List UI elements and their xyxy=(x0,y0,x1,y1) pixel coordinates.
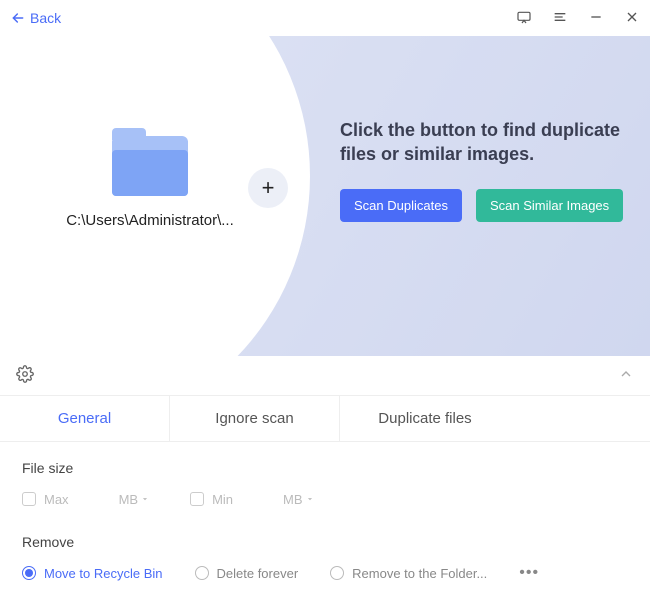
filesize-label: File size xyxy=(22,460,628,476)
gear-icon[interactable] xyxy=(16,365,34,386)
add-folder-button[interactable]: + xyxy=(248,168,288,208)
remove-label: Remove xyxy=(22,534,628,550)
plus-icon: + xyxy=(262,175,275,201)
max-checkbox[interactable] xyxy=(22,492,36,506)
collapse-icon[interactable] xyxy=(618,366,634,385)
back-label: Back xyxy=(30,10,61,26)
scan-duplicates-button[interactable]: Scan Duplicates xyxy=(340,189,462,222)
more-icon[interactable]: ••• xyxy=(519,564,539,582)
max-input[interactable] xyxy=(77,490,111,508)
min-unit-select[interactable]: MB xyxy=(283,492,315,507)
tab-general[interactable]: General xyxy=(0,396,170,441)
minimize-icon[interactable] xyxy=(588,9,604,28)
general-panel: File size Max MB Min MB Remove Move to R… xyxy=(0,442,650,600)
titlebar: Back xyxy=(0,0,650,36)
scan-similar-images-button[interactable]: Scan Similar Images xyxy=(476,189,623,222)
feedback-icon[interactable] xyxy=(516,9,532,28)
radio-icon xyxy=(22,566,36,580)
folder-icon xyxy=(112,136,188,196)
min-label: Min xyxy=(212,492,233,507)
chevron-down-icon xyxy=(305,494,315,504)
selected-folder[interactable]: C:\Users\Administrator\... xyxy=(50,136,250,229)
back-button[interactable]: Back xyxy=(10,10,61,26)
max-label: Max xyxy=(44,492,69,507)
settings-bar xyxy=(0,356,650,396)
filesize-max-group: Max MB xyxy=(22,490,150,508)
remove-recycle-option[interactable]: Move to Recycle Bin xyxy=(22,566,163,581)
max-unit-select[interactable]: MB xyxy=(119,492,151,507)
arrow-left-icon xyxy=(10,10,26,26)
tab-ignore-scan[interactable]: Ignore scan xyxy=(170,396,340,441)
close-icon[interactable] xyxy=(624,9,640,28)
menu-icon[interactable] xyxy=(552,9,568,28)
filesize-min-group: Min MB xyxy=(190,490,314,508)
chevron-down-icon xyxy=(140,494,150,504)
settings-tabs: General Ignore scan Duplicate files xyxy=(0,396,650,442)
remove-delete-option[interactable]: Delete forever xyxy=(195,566,299,581)
min-checkbox[interactable] xyxy=(190,492,204,506)
remove-folder-option[interactable]: Remove to the Folder... xyxy=(330,566,487,581)
folder-path: C:\Users\Administrator\... xyxy=(50,212,250,229)
tab-duplicate-files[interactable]: Duplicate files xyxy=(340,396,510,441)
min-input[interactable] xyxy=(241,490,275,508)
radio-icon xyxy=(330,566,344,580)
hero-prompt: Click the button to find duplicate files… xyxy=(340,118,630,167)
hero-panel: C:\Users\Administrator\... + Click the b… xyxy=(0,36,650,356)
radio-icon xyxy=(195,566,209,580)
